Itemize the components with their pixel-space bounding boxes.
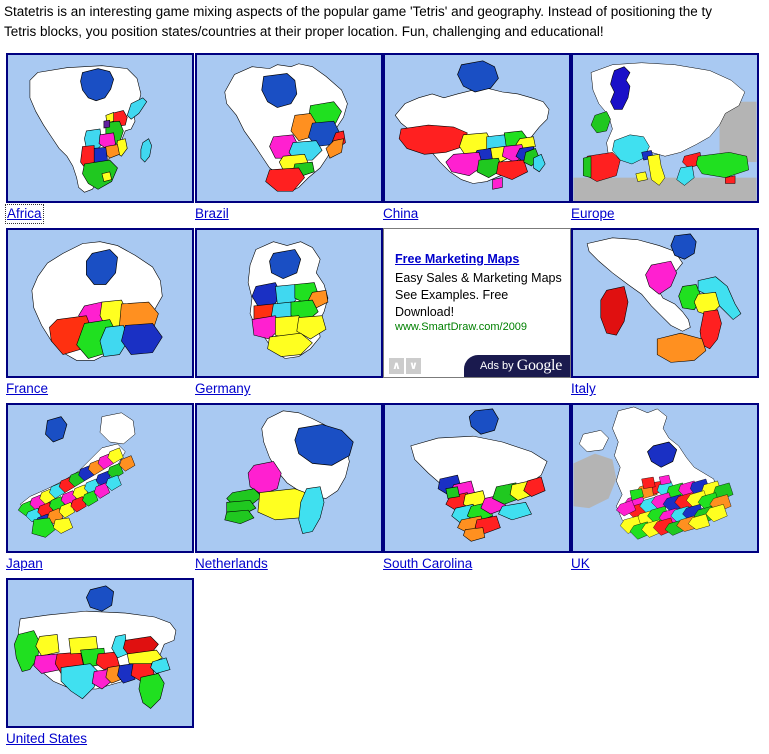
ad-footer: ∧ ∨ Ads by Google [384,355,570,377]
chevron-up-icon[interactable]: ∧ [389,358,404,374]
google-ad-cell: Free Marketing Maps Easy Sales & Marketi… [383,228,573,378]
game-link-uk[interactable]: UK [571,555,590,573]
map-africa-thumbnail[interactable] [6,53,194,203]
map-netherlands-thumbnail[interactable] [195,403,383,553]
game-cell-united-states: United States [6,578,196,748]
game-cell-germany: Germany [195,228,385,398]
ads-by-label: Ads by [480,360,517,372]
ad-body-line-2: See Examples. Free [395,288,509,302]
game-link-europe[interactable]: Europe [571,205,615,223]
game-cell-china: China [383,53,573,223]
game-link-china[interactable]: China [383,205,418,223]
game-cell-france: France [6,228,196,398]
ad-body-text: Easy Sales & Marketing Maps See Examples… [395,270,567,321]
ad-display-url: www.SmartDraw.com/2009 [395,321,528,333]
game-link-france[interactable]: France [6,380,48,398]
ad-title-link[interactable]: Free Marketing Maps [395,252,519,266]
game-cell-brazil: Brazil [195,53,385,223]
map-unitedstates-thumbnail[interactable] [6,578,194,728]
game-link-germany[interactable]: Germany [195,380,251,398]
map-uk-thumbnail[interactable] [571,403,759,553]
game-link-italy[interactable]: Italy [571,380,596,398]
game-grid-row: United States [0,578,769,753]
game-cell-south-carolina: South Carolina [383,403,573,573]
statetris-page: Statetris is an interesting game mixing … [0,0,769,754]
map-japan-thumbnail[interactable] [6,403,194,553]
google-wordmark: Google [516,357,563,374]
game-link-africa[interactable]: Africa [5,204,44,224]
game-cell-netherlands: Netherlands [195,403,385,573]
ad-body-line-1: Easy Sales & Marketing Maps [395,271,562,285]
chevron-down-icon[interactable]: ∨ [406,358,421,374]
game-cell-italy: Italy [571,228,761,398]
intro-paragraph: Statetris is an interesting game mixing … [4,2,769,42]
game-cell-europe: Europe [571,53,761,223]
map-italy-thumbnail[interactable] [571,228,759,378]
map-brazil-thumbnail[interactable] [195,53,383,203]
game-cell-africa: Africa [5,53,196,224]
intro-line-1: Statetris is an interesting game mixing … [4,4,713,19]
game-cell-uk: UK [571,403,761,573]
ad-nav-arrows: ∧ ∨ [389,358,421,374]
intro-line-2: Tetris blocks, you position states/count… [4,24,604,39]
map-china-thumbnail[interactable] [383,53,571,203]
game-grid-row: Africa Brazil China Europe [0,53,769,228]
map-europe-thumbnail[interactable] [571,53,759,203]
google-ad-block: Free Marketing Maps Easy Sales & Marketi… [383,228,571,378]
map-france-thumbnail[interactable] [6,228,194,378]
game-link-united-states[interactable]: United States [6,730,87,748]
game-grid: Africa Brazil China Europe France German… [0,53,769,753]
ads-by-google-badge[interactable]: Ads by Google [464,355,570,377]
game-link-netherlands[interactable]: Netherlands [195,555,268,573]
game-cell-japan: Japan [6,403,196,573]
ad-body-line-3: Download! [395,305,455,319]
game-link-japan[interactable]: Japan [6,555,43,573]
map-southcarolina-thumbnail[interactable] [383,403,571,553]
game-link-south-carolina[interactable]: South Carolina [383,555,472,573]
game-grid-row: Japan Netherlands South Carolina UK [0,403,769,578]
game-grid-row: France Germany Free Marketing Maps Easy … [0,228,769,403]
game-link-brazil[interactable]: Brazil [195,205,229,223]
map-germany-thumbnail[interactable] [195,228,383,378]
